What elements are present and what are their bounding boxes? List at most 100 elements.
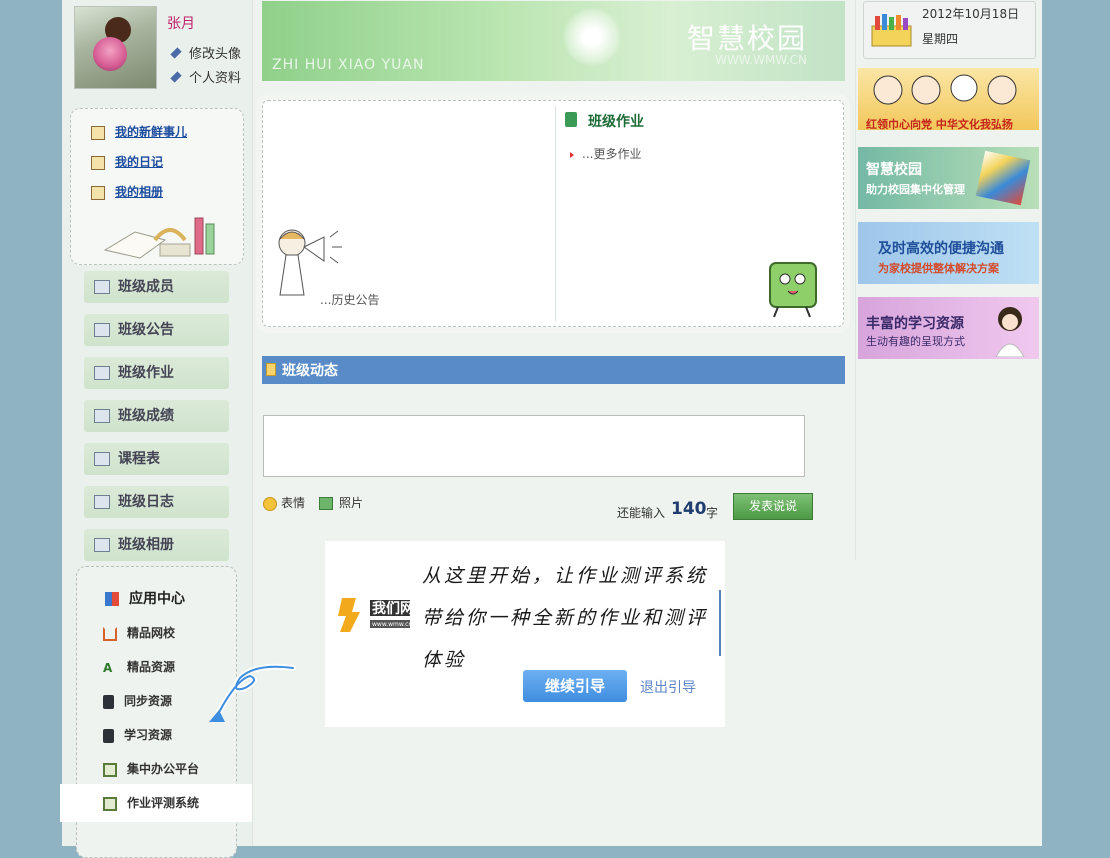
apps-icon [105, 592, 119, 606]
exit-guide-link[interactable]: 退出引导 [640, 677, 696, 697]
edit-avatar-link[interactable]: 修改头像 [170, 43, 242, 62]
post-status-button[interactable]: 发表说说 [733, 493, 813, 520]
app-item-office-platform[interactable]: 集中办公平台 [103, 760, 199, 777]
more-homework-link[interactable]: ...更多作业 [570, 145, 641, 162]
app-item-learning-resources[interactable]: 学习资源 [103, 726, 172, 743]
current-weekday: 星期四 [922, 32, 959, 46]
ad-line1: 红领巾心向党 中华文化我弘扬 [866, 118, 1013, 131]
menu-class-announcement[interactable]: 班级公告 [84, 314, 229, 346]
app-item-online-school[interactable]: 精品网校 [103, 624, 175, 641]
banner-title: 智慧校园 [686, 22, 807, 55]
quick-link-album[interactable]: 我的相册 [91, 183, 163, 200]
guide-message: 从这里开始，让作业测评系统带给你一种全新的作业和测评体验 [422, 565, 709, 671]
continue-guide-button[interactable]: 继续引导 [523, 670, 627, 702]
ad-communication[interactable]: 及时高效的便捷沟通 为家校提供整体解决方案 [858, 222, 1039, 284]
photo-label: 照片 [339, 496, 364, 510]
menu-class-log[interactable]: 班级日志 [84, 486, 229, 518]
ad-line1: 智慧校园 [866, 162, 922, 178]
app-item-label: 同步资源 [124, 694, 173, 708]
ad-line2: 生动有趣的呈现方式 [866, 335, 965, 348]
menu-class-album[interactable]: 班级相册 [84, 529, 229, 561]
menu-class-homework[interactable]: 班级作业 [84, 357, 229, 389]
ad-smart-campus[interactable]: 智慧校园 助力校园集中化管理 [858, 147, 1039, 209]
menu-label: 班级成绩 [118, 408, 174, 424]
resource-icon: A [103, 660, 113, 675]
app-item-label: 学习资源 [124, 728, 173, 742]
class-dynamics-title: 班级动态 [282, 363, 338, 379]
photo-album-icon [94, 538, 110, 552]
quick-link-news[interactable]: 我的新鲜事儿 [91, 123, 187, 140]
menu-label: 班级日志 [118, 494, 174, 510]
ad-line1: 及时高效的便捷沟通 [878, 241, 1004, 257]
ad-red-scarf[interactable]: 红领巾心向党 中华文化我弘扬 [858, 68, 1039, 131]
log-icon [94, 495, 110, 509]
app-item-label: 作业评测系统 [127, 796, 200, 810]
quick-link-label: 我的日记 [115, 155, 164, 169]
home-icon [103, 626, 117, 641]
quick-link-label: 我的新鲜事儿 [115, 125, 188, 139]
current-date: 2012年10月18日 [922, 7, 1020, 21]
device-icon [103, 694, 114, 709]
grades-icon [94, 409, 110, 423]
pencil-icon [170, 71, 182, 83]
dandelion-icon [562, 7, 622, 67]
personal-info-label: 个人资料 [189, 71, 242, 86]
remaining-prefix: 还能输入 [617, 506, 666, 520]
app-center-label: 应用中心 [129, 591, 185, 607]
app-item-homework-evaluation[interactable]: 作业评测系统 [103, 794, 199, 811]
homework-book-icon [565, 112, 577, 127]
user-name: 张月 [167, 16, 195, 32]
menu-class-grades[interactable]: 班级成绩 [84, 400, 229, 432]
ad-line1: 丰富的学习资源 [866, 316, 964, 332]
app-item-label: 集中办公平台 [127, 762, 200, 776]
history-notice-link[interactable]: ...历史公告 [320, 291, 379, 308]
quick-link-label: 我的相册 [115, 185, 164, 199]
app-center-title: 应用中心 [105, 588, 185, 608]
members-icon [94, 280, 110, 294]
book-character-illustration [769, 262, 817, 318]
ad-learning-resources[interactable]: 丰富的学习资源 生动有趣的呈现方式 [858, 297, 1039, 359]
dialog-scrollbar[interactable] [719, 590, 721, 656]
photo-icon [319, 497, 333, 510]
news-icon [91, 125, 105, 140]
personal-info-link[interactable]: 个人资料 [170, 67, 242, 86]
homework-section-title: 班级作业 [588, 114, 644, 130]
quick-link-diary[interactable]: 我的日记 [91, 153, 163, 170]
cartoon-kids-illustration [868, 72, 1028, 108]
status-input[interactable] [263, 415, 805, 477]
smiley-icon [263, 496, 277, 511]
app-item-label: 精品网校 [127, 626, 176, 640]
avatar-figure [93, 37, 127, 71]
app-item-sync-resources[interactable]: 同步资源 [103, 692, 172, 709]
menu-label: 课程表 [118, 451, 160, 467]
diary-icon [91, 155, 105, 170]
book-icon [103, 762, 117, 777]
menu-label: 班级公告 [118, 322, 174, 338]
announcement-icon [94, 323, 110, 337]
avatar[interactable] [74, 6, 157, 89]
logo-text: 我们网 [372, 601, 414, 617]
note-icon [266, 363, 276, 376]
logo-url: www.wmw.cn [372, 621, 413, 628]
student-girl-illustration [992, 303, 1028, 358]
cube-icon [975, 150, 1031, 206]
ad-line2: 为家校提供整体解决方案 [878, 262, 999, 275]
pencils-icon [871, 14, 912, 47]
menu-label: 班级作业 [118, 365, 174, 381]
album-icon [91, 185, 105, 200]
menu-label: 班级成员 [118, 279, 174, 295]
banner-pinyin: ZHI HUI XIAO YUAN [272, 57, 425, 73]
banner-url: WWW.WMW.CN [715, 53, 807, 67]
app-item-quality-resources[interactable]: A 精品资源 [103, 658, 175, 675]
triangle-bullet-icon [570, 152, 574, 158]
homework-icon [94, 366, 110, 380]
menu-class-members[interactable]: 班级成员 [84, 271, 229, 303]
edit-avatar-label: 修改头像 [189, 47, 242, 62]
menu-timetable[interactable]: 课程表 [84, 443, 229, 475]
menu-label: 班级相册 [118, 537, 174, 553]
books-illustration [103, 217, 215, 259]
remaining-count: 140 [671, 499, 707, 519]
photo-button[interactable]: 照片 [319, 494, 363, 511]
remaining-unit: 字 [706, 506, 719, 520]
emoji-button[interactable]: 表情 [263, 494, 305, 511]
